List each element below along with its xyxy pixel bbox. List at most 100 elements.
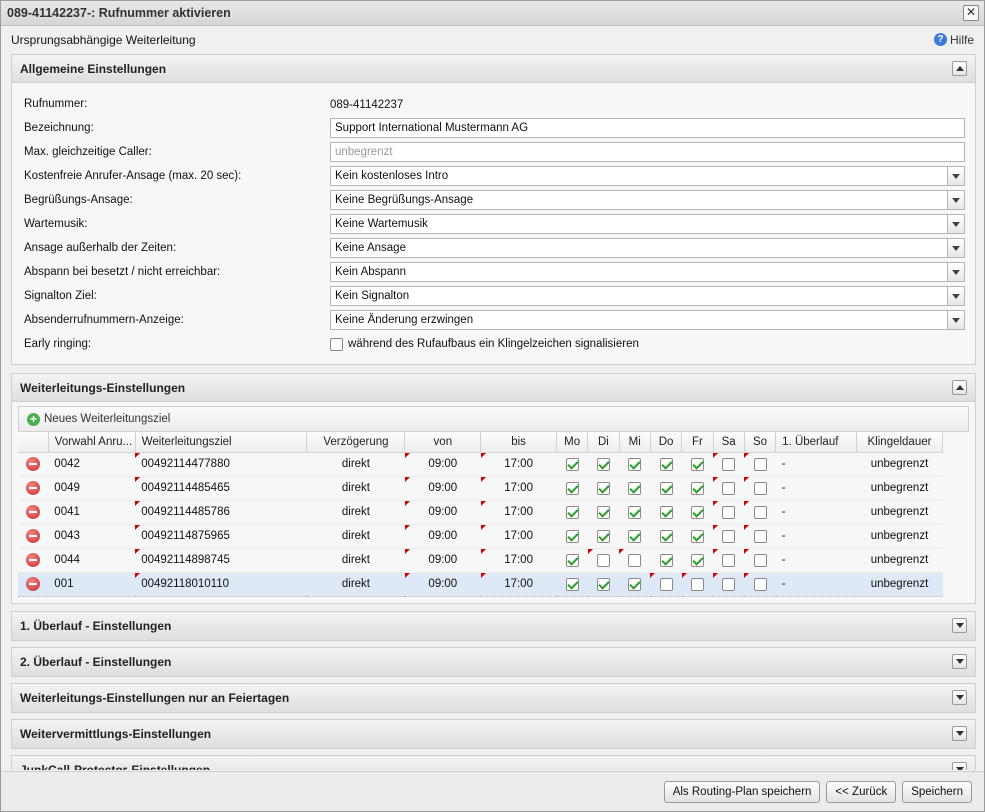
cell-ring[interactable]: unbegrenzt [856, 452, 943, 477]
cell-von[interactable]: 09:00 [404, 524, 481, 549]
dropdown-arrow-icon[interactable] [947, 191, 964, 209]
cell-delay[interactable]: direkt [306, 571, 405, 597]
cell-bis[interactable]: 17:00 [480, 452, 557, 477]
cell-ziel[interactable]: 00492114477880 [135, 452, 307, 477]
dropdown-arrow-icon[interactable] [947, 311, 964, 329]
cell-overflow[interactable]: - [775, 548, 857, 573]
max-caller-input[interactable]: unbegrenzt [330, 142, 965, 162]
day-checkbox[interactable] [659, 505, 673, 519]
day-checkbox[interactable] [753, 577, 767, 591]
cell-vorwahl[interactable]: 0042 [48, 452, 136, 477]
day-checkbox[interactable] [596, 481, 610, 495]
bezeichnung-input[interactable]: Support International Mustermann AG [330, 118, 965, 138]
col-do[interactable]: Do [650, 432, 683, 453]
day-checkbox[interactable] [628, 505, 642, 519]
cell-bis[interactable]: 17:00 [480, 476, 557, 501]
day-checkbox[interactable] [628, 553, 642, 567]
cell-bis[interactable]: 17:00 [480, 571, 557, 597]
table-row[interactable]: 001 00492118010110 direkt 09:00 17:00 - unbegr… [18, 571, 943, 597]
day-checkbox[interactable] [690, 577, 704, 591]
cell-ring[interactable]: unbegrenzt [856, 524, 943, 549]
delete-row-icon[interactable] [26, 457, 41, 471]
cell-overflow[interactable]: - [775, 524, 857, 549]
cell-ziel[interactable]: 00492118010110 [135, 571, 307, 597]
cell-vorwahl[interactable]: 0049 [48, 476, 136, 501]
expand-down-icon[interactable] [952, 618, 967, 633]
expand-down-icon[interactable] [952, 690, 967, 705]
cell-von[interactable]: 09:00 [404, 548, 481, 573]
cell-ziel[interactable]: 00492114485786 [135, 500, 307, 525]
day-checkbox[interactable] [628, 529, 642, 543]
col-mi[interactable]: Mi [619, 432, 651, 453]
col-di[interactable]: Di [587, 432, 620, 453]
general-settings-header[interactable]: Allgemeine Einstellungen [12, 55, 975, 83]
table-row[interactable]: 0041 00492114485786 direkt 09:00 17:00 - unbeg… [18, 500, 943, 525]
cell-overflow[interactable]: - [775, 452, 857, 477]
day-checkbox[interactable] [690, 505, 704, 519]
cell-overflow[interactable]: - [775, 571, 857, 597]
day-checkbox[interactable] [722, 553, 736, 567]
day-checkbox[interactable] [628, 457, 642, 471]
dropdown-arrow-icon[interactable] [947, 239, 964, 257]
col-so[interactable]: So [744, 432, 777, 453]
back-button[interactable]: << Zurück [826, 780, 897, 803]
col-mo[interactable]: Mo [556, 432, 589, 453]
col-delay[interactable]: Verzögerung [306, 432, 406, 453]
dropdown-arrow-icon[interactable] [947, 263, 964, 281]
collapsed-panel-header[interactable]: 2. Überlauf - Einstellungen [12, 647, 975, 676]
cell-delay[interactable]: direkt [306, 524, 405, 549]
day-checkbox[interactable] [659, 553, 673, 567]
cell-vorwahl[interactable]: 0043 [48, 524, 136, 549]
col-overflow[interactable]: 1. Überlauf [775, 432, 857, 453]
day-checkbox[interactable] [628, 481, 642, 495]
table-row[interactable]: 0049 00492114485465 direkt 09:00 17:00 - unbeg… [18, 476, 943, 501]
collapse-up-icon[interactable] [952, 380, 967, 395]
cell-delay[interactable]: direkt [306, 500, 405, 525]
day-checkbox[interactable] [753, 553, 767, 567]
day-checkbox[interactable] [596, 577, 610, 591]
table-row[interactable]: 0042 00492114477880 direkt 09:00 17:00 - unbeg… [18, 452, 943, 477]
cell-von[interactable]: 09:00 [404, 476, 481, 501]
dropdown-arrow-icon[interactable] [947, 287, 964, 305]
day-checkbox[interactable] [565, 553, 579, 567]
cell-ring[interactable]: unbegrenzt [856, 500, 943, 525]
delete-row-icon[interactable] [26, 529, 41, 543]
day-checkbox[interactable] [690, 481, 704, 495]
delete-row-icon[interactable] [26, 553, 41, 567]
greeting-select[interactable]: Keine Begrüßungs-Ansage [330, 190, 965, 210]
cell-ring[interactable]: unbegrenzt [856, 548, 943, 573]
cell-von[interactable]: 09:00 [404, 500, 481, 525]
day-checkbox[interactable] [753, 529, 767, 543]
cell-von[interactable]: 09:00 [404, 571, 481, 597]
collapse-up-icon[interactable] [952, 61, 967, 76]
col-sa[interactable]: Sa [713, 432, 745, 453]
day-checkbox[interactable] [565, 577, 579, 591]
cell-von[interactable]: 09:00 [404, 452, 481, 477]
cell-overflow[interactable]: - [775, 476, 857, 501]
cell-vorwahl[interactable]: 0044 [48, 548, 136, 573]
cell-overflow[interactable]: - [775, 500, 857, 525]
add-icon[interactable]: + [27, 412, 40, 426]
day-checkbox[interactable] [565, 457, 579, 471]
save-button[interactable]: Speichern [902, 780, 972, 803]
col-vorwahl[interactable]: Vorwahl Anru... [48, 432, 136, 453]
day-checkbox[interactable] [659, 577, 673, 591]
early-ringing-checkbox[interactable] [330, 337, 343, 351]
day-checkbox[interactable] [659, 457, 673, 471]
offhours-select[interactable]: Keine Ansage [330, 238, 965, 258]
day-checkbox[interactable] [596, 529, 610, 543]
day-checkbox[interactable] [722, 505, 736, 519]
cell-vorwahl[interactable]: 0041 [48, 500, 136, 525]
col-ring[interactable]: Klingeldauer [856, 432, 944, 453]
cell-ziel[interactable]: 00492114485465 [135, 476, 307, 501]
day-checkbox[interactable] [596, 505, 610, 519]
cell-bis[interactable]: 17:00 [480, 500, 557, 525]
day-checkbox[interactable] [565, 529, 579, 543]
callerid-select[interactable]: Keine Änderung erzwingen [330, 310, 965, 330]
expand-down-icon[interactable] [952, 654, 967, 669]
dropdown-arrow-icon[interactable] [947, 167, 964, 185]
day-checkbox[interactable] [722, 457, 736, 471]
table-row[interactable]: 0043 00492114875965 direkt 09:00 17:00 - unbeg… [18, 524, 943, 549]
delete-row-icon[interactable] [26, 481, 41, 495]
cell-ziel[interactable]: 00492114875965 [135, 524, 307, 549]
